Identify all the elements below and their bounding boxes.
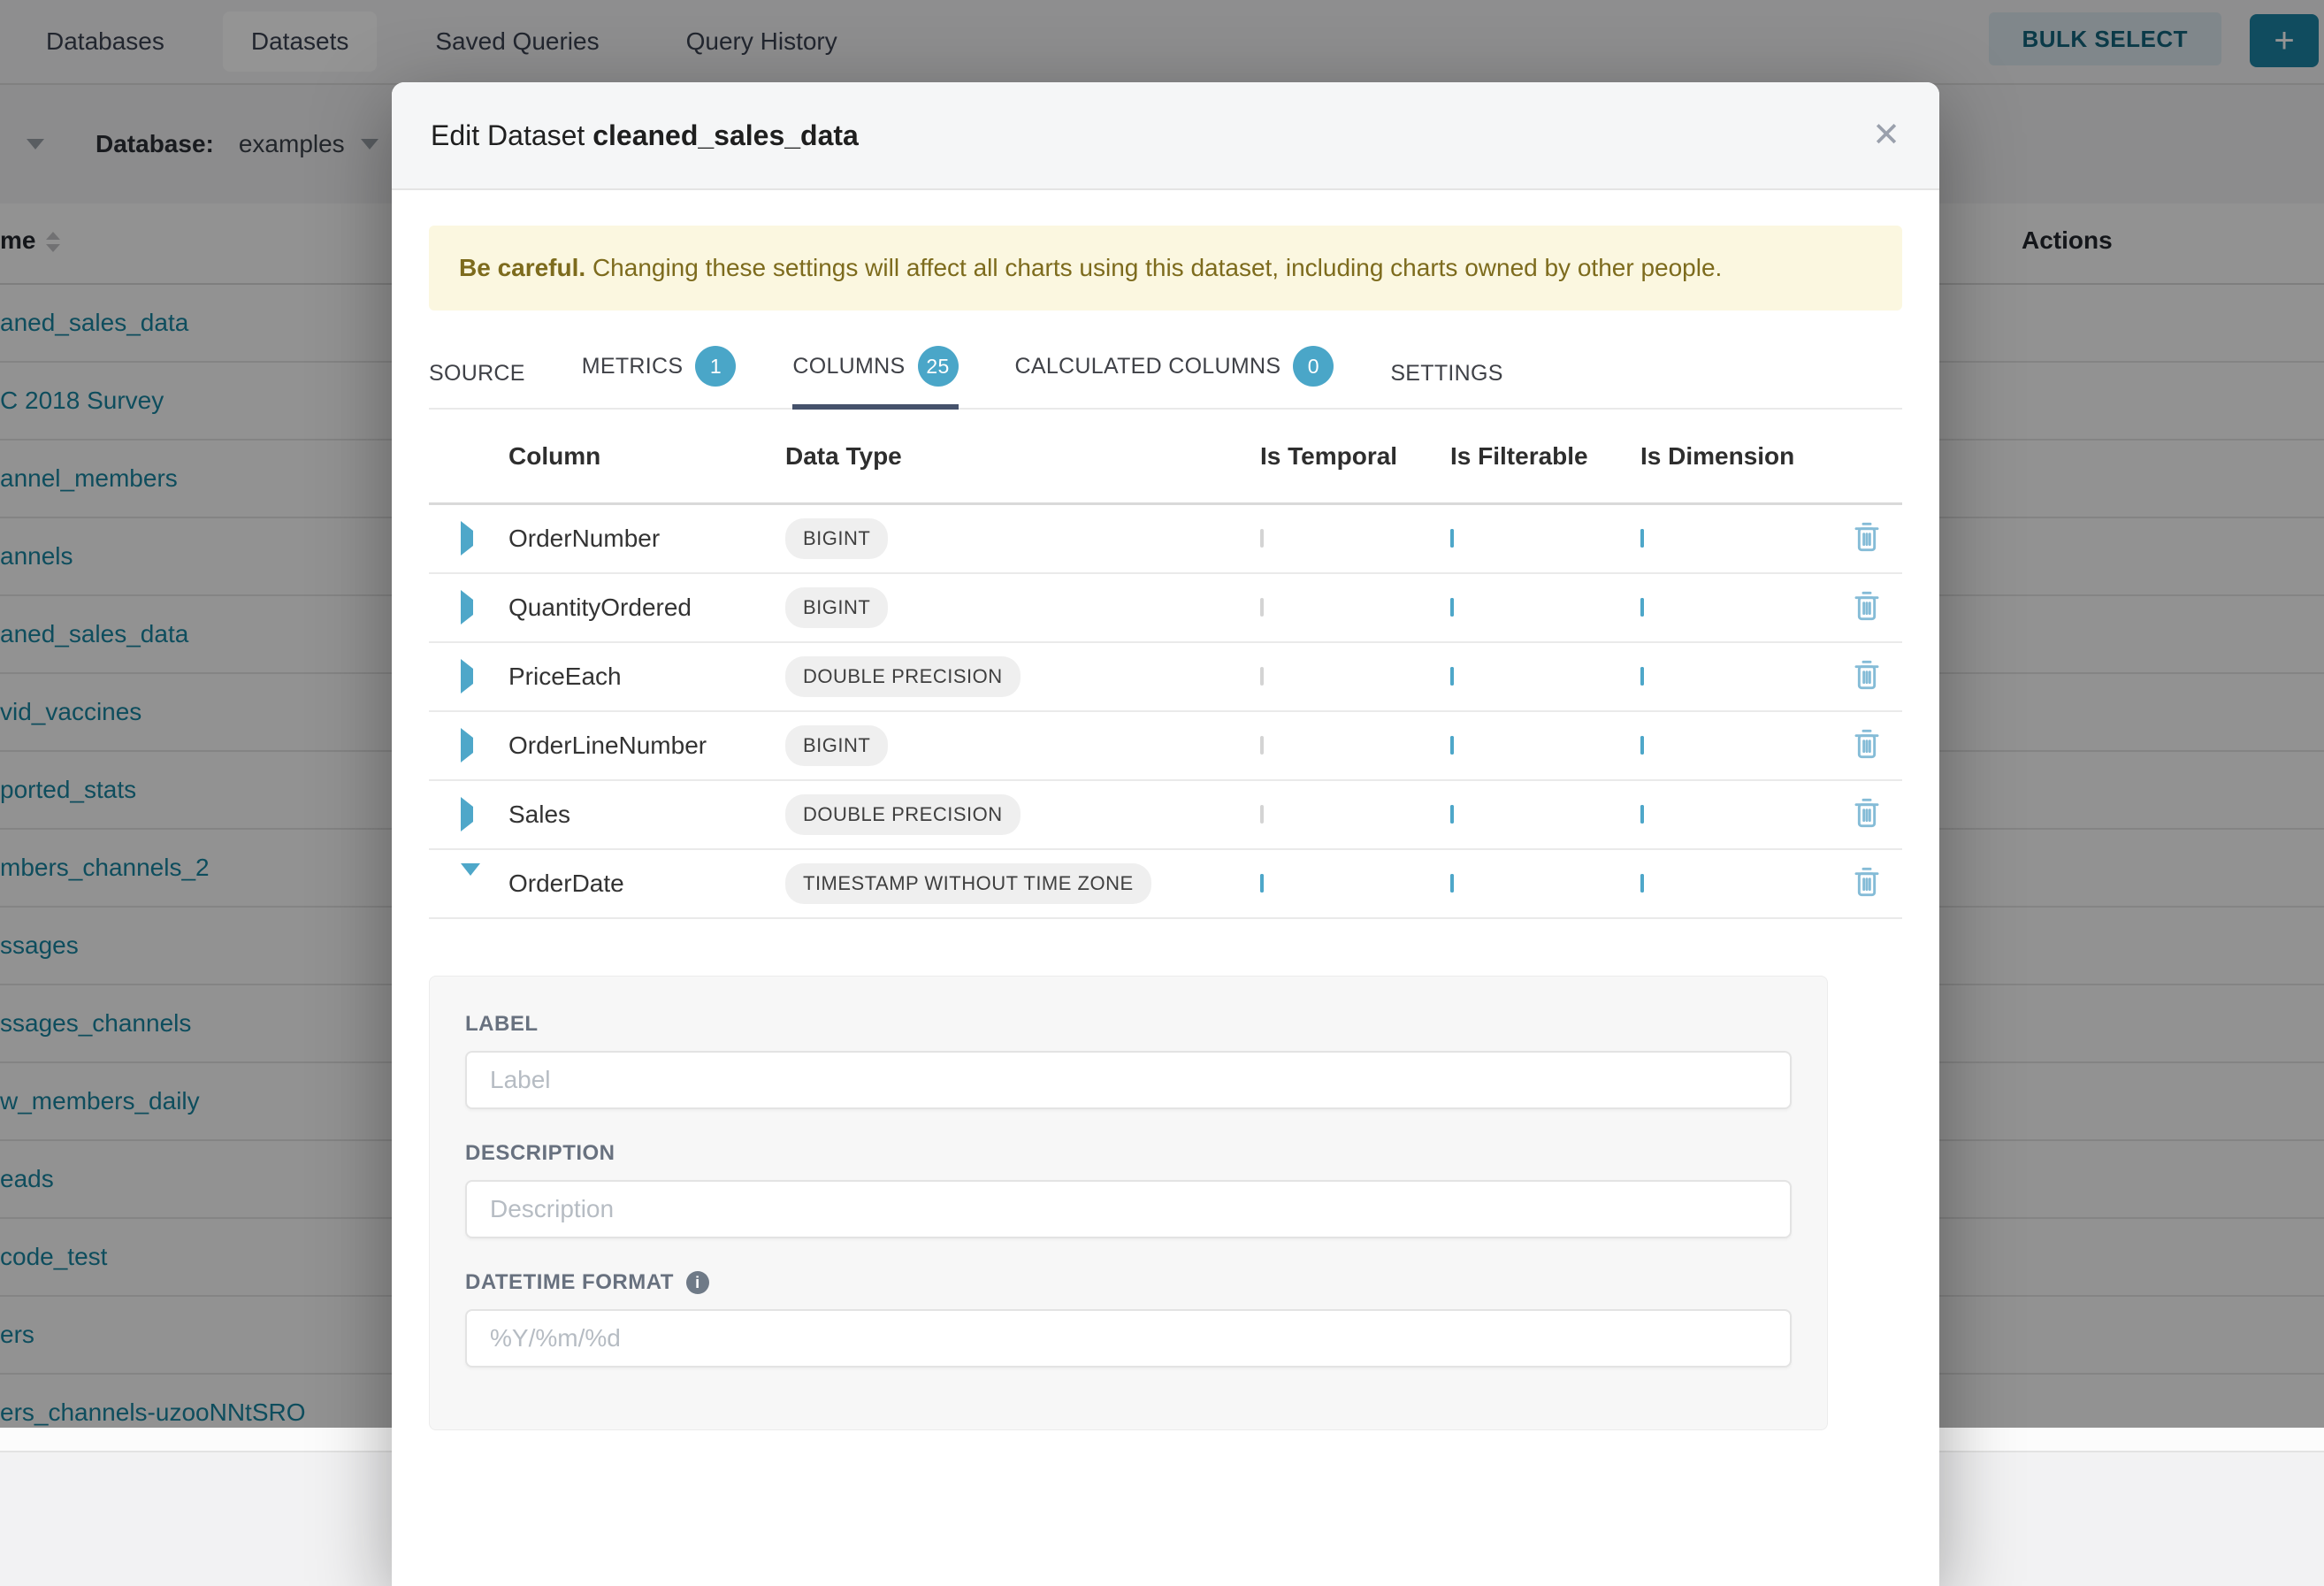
tab-settings[interactable]: SETTINGS (1390, 345, 1502, 408)
label-field-label: LABEL (465, 1012, 1792, 1037)
column-row: OrderLineNumber BIGINT (429, 712, 1902, 781)
is-dimension-checkbox[interactable] (1640, 598, 1644, 617)
column-row: PriceEach DOUBLE PRECISION (429, 643, 1902, 712)
columns-count-badge: 25 (918, 346, 959, 387)
columns-table-header: Column Data Type Is Temporal Is Filterab… (429, 410, 1902, 505)
column-row: Sales DOUBLE PRECISION (429, 781, 1902, 850)
trash-icon[interactable] (1853, 866, 1881, 902)
description-input[interactable] (465, 1180, 1792, 1238)
is-temporal-checkbox[interactable] (1260, 736, 1264, 755)
expand-caret-icon[interactable] (461, 728, 473, 762)
datetime-format-label-text: DATETIME FORMAT (465, 1270, 674, 1295)
expand-caret-icon[interactable] (461, 590, 473, 624)
trash-icon[interactable] (1853, 659, 1881, 695)
is-filterable-header: Is Filterable (1450, 442, 1640, 471)
data-type-pill: TIMESTAMP WITHOUT TIME ZONE (785, 863, 1151, 904)
is-dimension-header: Is Dimension (1640, 442, 1831, 471)
data-type-pill: DOUBLE PRECISION (785, 656, 1021, 697)
label-field-group: LABEL (465, 1012, 1792, 1109)
datetime-format-field-label: DATETIME FORMAT i (465, 1270, 1792, 1295)
column-name: Sales (508, 801, 785, 829)
is-dimension-checkbox[interactable] (1640, 736, 1644, 755)
warning-bold-text: Be careful. (459, 254, 585, 281)
expand-caret-icon[interactable] (461, 863, 480, 891)
metrics-count-badge: 1 (695, 346, 736, 387)
is-dimension-checkbox[interactable] (1640, 805, 1644, 824)
modal-header: Edit Dataset cleaned_sales_data ✕ (392, 82, 1939, 190)
trash-icon[interactable] (1853, 728, 1881, 764)
modal-body: Be careful. Changing these settings will… (392, 226, 1939, 1430)
is-filterable-checkbox[interactable] (1450, 667, 1454, 686)
tab-source-label: SOURCE (429, 361, 525, 387)
data-type-pill: DOUBLE PRECISION (785, 794, 1021, 835)
warning-banner: Be careful. Changing these settings will… (429, 226, 1902, 310)
modal-title: Edit Dataset cleaned_sales_data (431, 119, 859, 152)
is-dimension-checkbox[interactable] (1640, 667, 1644, 686)
modal-title-dataset-name: cleaned_sales_data (592, 119, 859, 151)
modal-tab-bar: SOURCE METRICS 1 COLUMNS 25 CALCULATED C… (429, 330, 1902, 410)
column-name: OrderNumber (508, 525, 785, 553)
edit-dataset-modal: Edit Dataset cleaned_sales_data ✕ Be car… (392, 82, 1939, 1586)
column-name: OrderLineNumber (508, 732, 785, 760)
column-name: QuantityOrdered (508, 594, 785, 622)
is-temporal-header: Is Temporal (1260, 442, 1450, 471)
tab-settings-label: SETTINGS (1390, 361, 1502, 387)
data-type-header: Data Type (785, 442, 1260, 471)
tab-metrics[interactable]: METRICS 1 (582, 330, 737, 408)
is-temporal-checkbox[interactable] (1260, 598, 1264, 617)
is-filterable-checkbox[interactable] (1450, 598, 1454, 617)
column-row: QuantityOrdered BIGINT (429, 574, 1902, 643)
column-detail-panel: LABEL DESCRIPTION DATETIME FORMAT i (429, 976, 1828, 1430)
is-filterable-checkbox[interactable] (1450, 529, 1454, 548)
column-row: OrderNumber BIGINT (429, 505, 1902, 574)
tab-metrics-label: METRICS (582, 354, 684, 379)
trash-icon[interactable] (1853, 797, 1881, 833)
tab-calculated-columns[interactable]: CALCULATED COLUMNS 0 (1015, 330, 1334, 408)
calculated-columns-count-badge: 0 (1293, 346, 1334, 387)
trash-icon[interactable] (1853, 521, 1881, 557)
description-field-label: DESCRIPTION (465, 1141, 1792, 1166)
expand-caret-icon[interactable] (461, 659, 473, 693)
datetime-format-input[interactable] (465, 1309, 1792, 1368)
tab-columns[interactable]: COLUMNS 25 (792, 330, 958, 408)
is-temporal-checkbox[interactable] (1260, 874, 1264, 893)
trash-icon[interactable] (1853, 590, 1881, 626)
tab-source[interactable]: SOURCE (429, 345, 525, 408)
tab-calculated-columns-label: CALCULATED COLUMNS (1015, 354, 1281, 379)
is-temporal-checkbox[interactable] (1260, 667, 1264, 686)
expand-caret-icon[interactable] (461, 797, 473, 831)
datetime-format-field-group: DATETIME FORMAT i (465, 1270, 1792, 1368)
data-type-pill: BIGINT (785, 518, 888, 559)
description-field-group: DESCRIPTION (465, 1141, 1792, 1238)
close-icon[interactable]: ✕ (1872, 119, 1900, 152)
column-row: OrderDate TIMESTAMP WITHOUT TIME ZONE (429, 850, 1902, 919)
is-temporal-checkbox[interactable] (1260, 805, 1264, 824)
is-filterable-checkbox[interactable] (1450, 736, 1454, 755)
modal-title-prefix: Edit Dataset (431, 119, 585, 151)
warning-text: Changing these settings will affect all … (585, 254, 1722, 281)
is-filterable-checkbox[interactable] (1450, 874, 1454, 893)
is-dimension-checkbox[interactable] (1640, 874, 1644, 893)
column-header: Column (508, 442, 785, 471)
is-dimension-checkbox[interactable] (1640, 529, 1644, 548)
tab-columns-label: COLUMNS (792, 354, 905, 379)
column-name: PriceEach (508, 663, 785, 691)
data-type-pill: BIGINT (785, 725, 888, 766)
label-input[interactable] (465, 1051, 1792, 1109)
is-filterable-checkbox[interactable] (1450, 805, 1454, 824)
expand-caret-icon[interactable] (461, 521, 473, 555)
data-type-pill: BIGINT (785, 587, 888, 628)
column-name: OrderDate (508, 870, 785, 898)
info-icon[interactable]: i (686, 1271, 709, 1294)
columns-table-body: OrderNumber BIGINT QuantityOrdered BIGIN… (429, 505, 1902, 919)
is-temporal-checkbox[interactable] (1260, 529, 1264, 548)
